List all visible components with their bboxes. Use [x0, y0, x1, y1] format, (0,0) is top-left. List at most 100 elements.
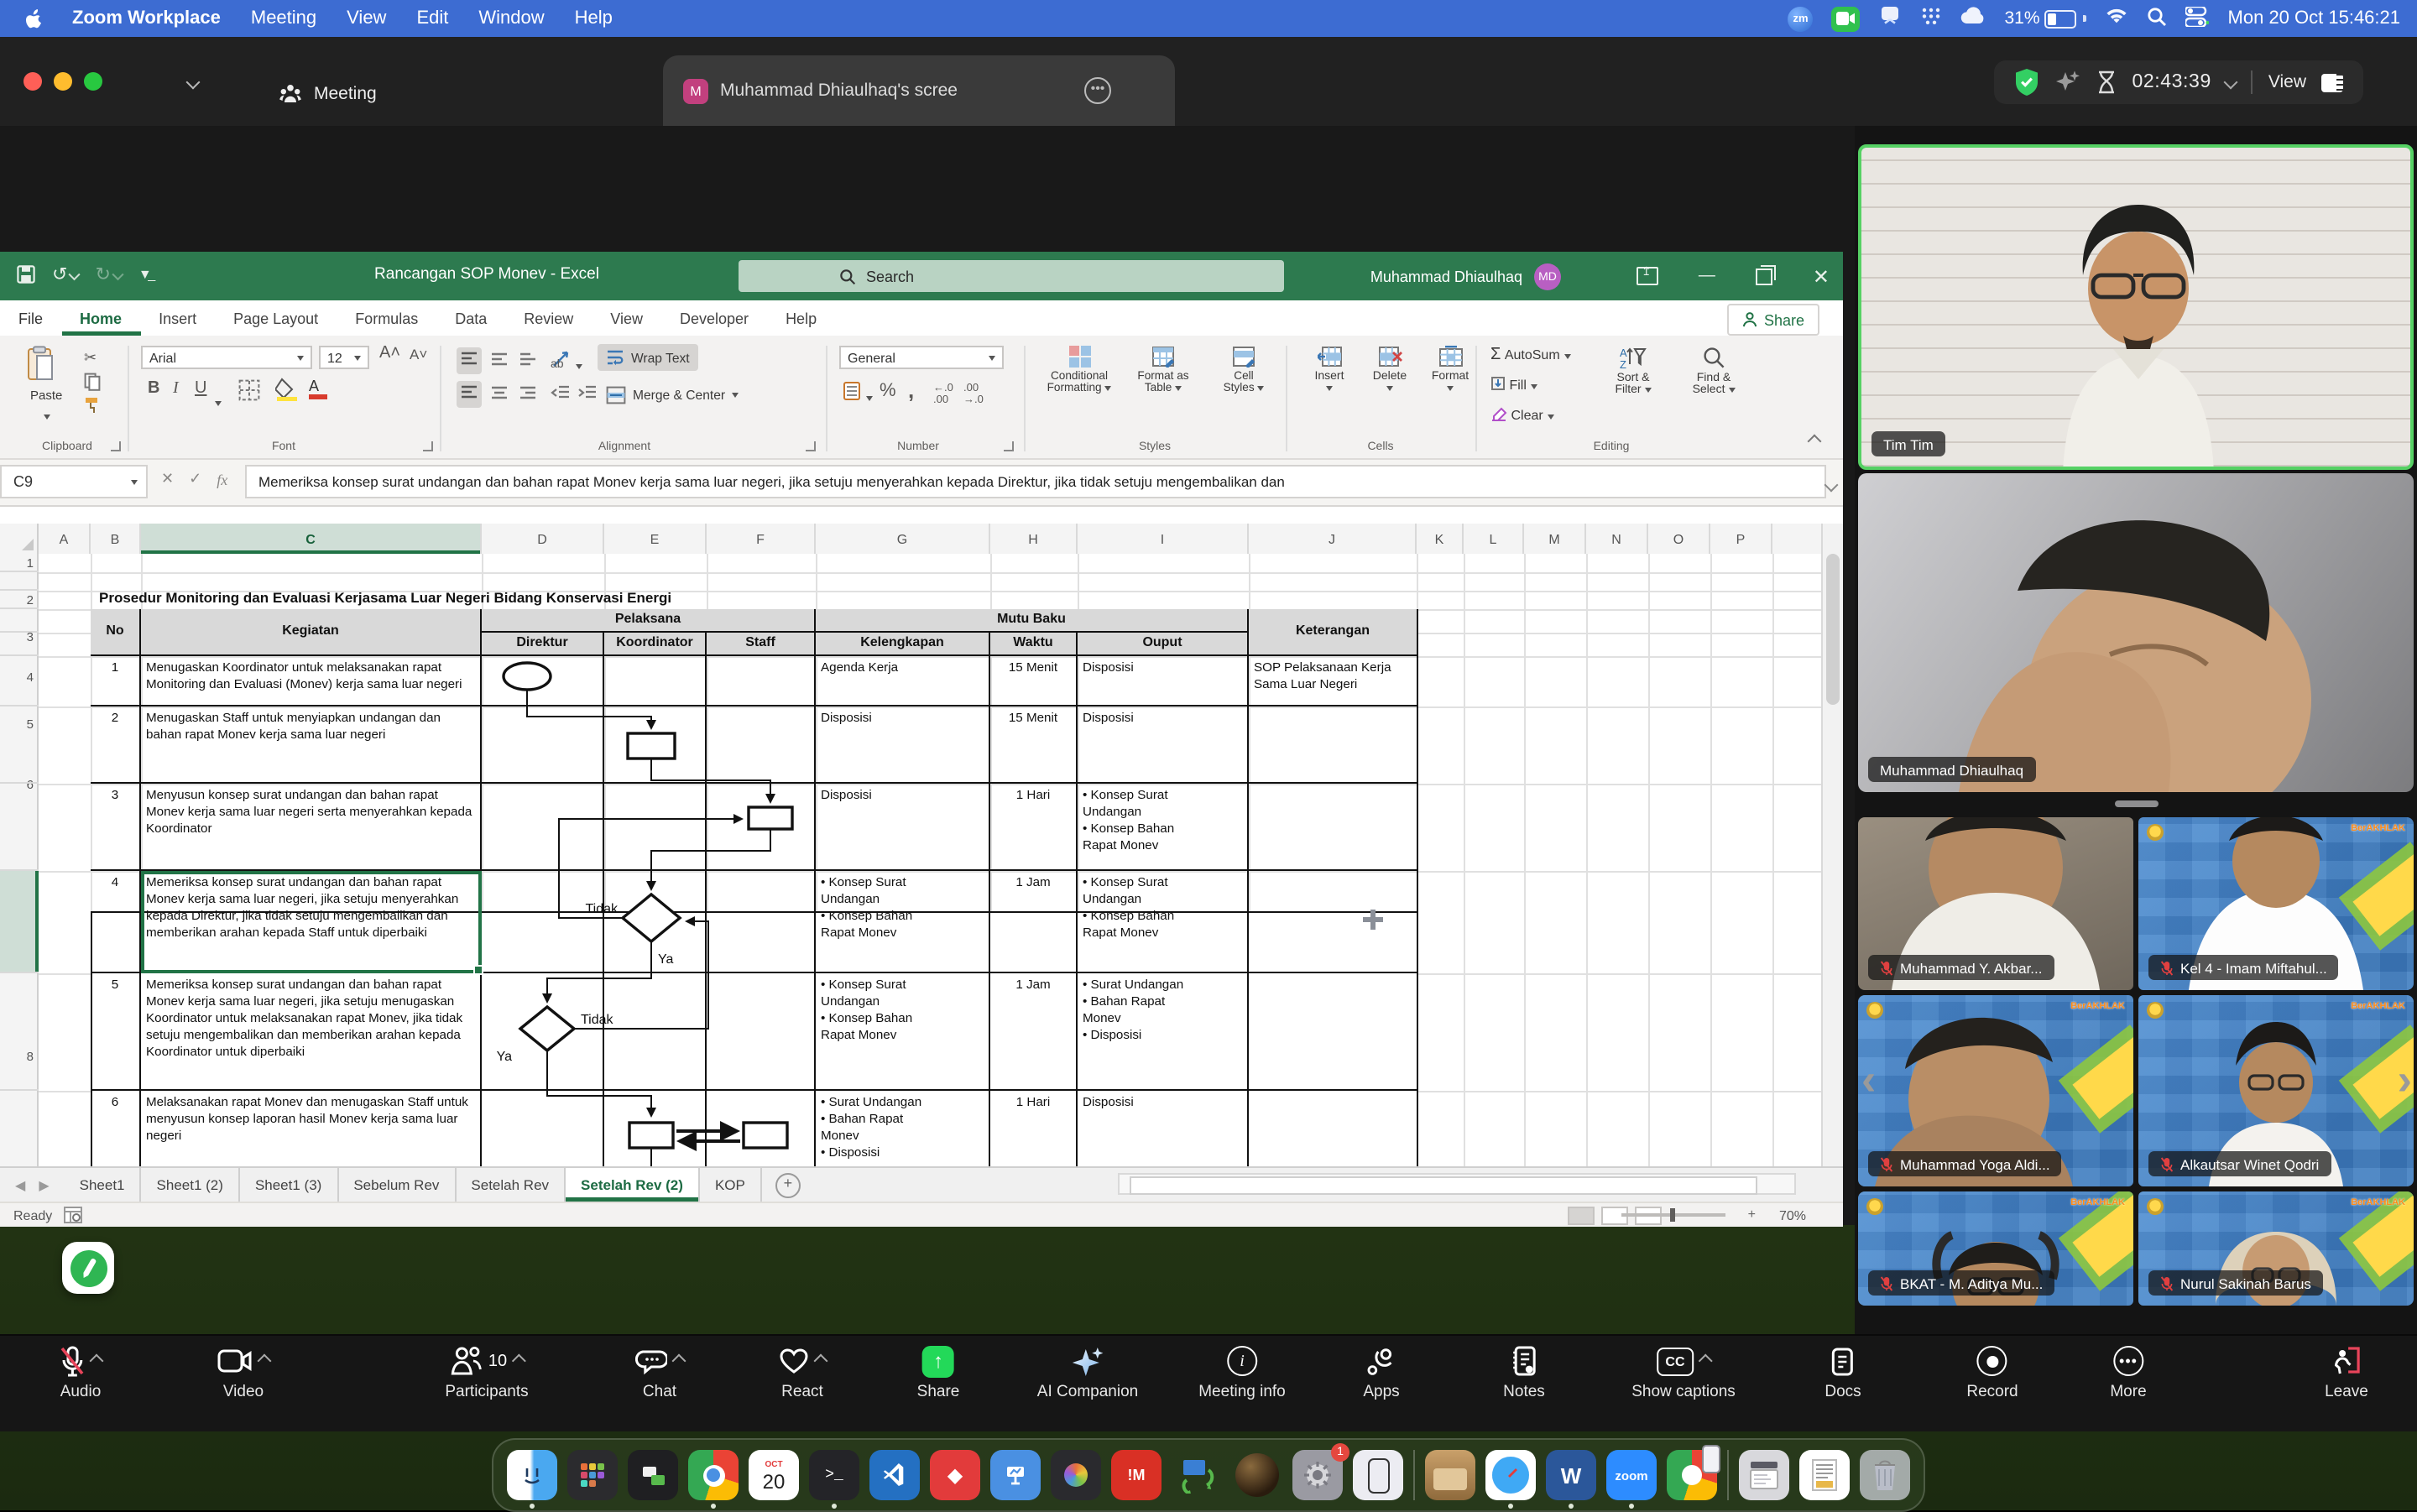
autosum-button[interactable]: Σ AutoSum	[1490, 346, 1570, 364]
delete-cells-button[interactable]: Delete	[1363, 346, 1417, 394]
annotation-tool-button[interactable]	[62, 1242, 114, 1294]
col-A[interactable]: A	[39, 524, 91, 554]
cell-kelengkapan-1[interactable]: Agenda Kerja	[816, 656, 990, 706]
tab-data[interactable]: Data	[436, 300, 505, 336]
decrease-decimal-icon[interactable]: .00→.0	[963, 383, 984, 406]
cell-no-2[interactable]: 2	[91, 706, 141, 784]
cell-kelengkapan-3[interactable]: Disposisi	[816, 784, 990, 871]
docs-button[interactable]: Docs	[1824, 1344, 1861, 1401]
zoom-level[interactable]: 70%	[1779, 1208, 1806, 1223]
collapse-ribbon-icon[interactable]	[1809, 433, 1819, 450]
tab-review[interactable]: Review	[505, 300, 592, 336]
react-options-chevron[interactable]	[814, 1354, 828, 1369]
sheet-tab-sheet1-3[interactable]: Sheet1 (3)	[240, 1168, 338, 1202]
tab-help[interactable]: Help	[767, 300, 835, 336]
cell-staff-4[interactable]	[707, 871, 816, 973]
cloud-icon[interactable]	[1961, 7, 1986, 30]
video-tile-speaker[interactable]: Tim Tim	[1858, 144, 2414, 470]
cell-kelengkapan-6[interactable]: • Surat Undangan • Bahan Rapat Monev • D…	[816, 1091, 990, 1166]
tab-formulas[interactable]: Formulas	[337, 300, 436, 336]
video-tile-participant[interactable]: BerAKHLAK Kel 4 - Imam Miftahul...	[2138, 817, 2414, 990]
cell-kegiatan-1[interactable]: Menugaskan Koordinator untuk melaksanaka…	[141, 656, 482, 706]
cell-waktu-5[interactable]: 1 Jam	[990, 973, 1078, 1091]
ai-companion-icon[interactable]	[2055, 69, 2082, 96]
tab-file[interactable]: File	[0, 300, 61, 336]
wifi-icon[interactable]	[2106, 7, 2129, 30]
font-dialog-launcher-icon[interactable]	[423, 441, 433, 451]
cell-koordinator-3[interactable]	[604, 784, 707, 871]
bold-button[interactable]: B	[148, 379, 159, 398]
cell-keterangan-2[interactable]	[1249, 706, 1418, 784]
cell-waktu-2[interactable]: 15 Menit	[990, 706, 1078, 784]
redo-icon[interactable]: ↻	[95, 263, 121, 285]
audio-button[interactable]: Audio	[60, 1344, 102, 1401]
cell-keterangan-1[interactable]: SOP Pelaksanaan Kerja Sama Luar Negeri	[1249, 656, 1418, 706]
number-format-select[interactable]: General	[839, 346, 1004, 369]
gallery-prev-icon[interactable]: ‹	[1861, 1057, 1876, 1101]
format-painter-icon[interactable]	[84, 396, 102, 418]
col-O[interactable]: O	[1648, 524, 1710, 554]
sidebar-drag-handle[interactable]	[2114, 800, 2158, 807]
font-color-icon[interactable]: A	[309, 378, 327, 399]
camera-status-icon[interactable]	[1832, 6, 1861, 31]
cell-ouput-6[interactable]: Disposisi	[1078, 1091, 1249, 1166]
underline-dropdown[interactable]	[215, 393, 222, 409]
cell-no-4[interactable]: 4	[91, 871, 141, 973]
col-F[interactable]: F	[707, 524, 816, 554]
align-top-icon[interactable]	[457, 347, 482, 374]
view-layout-icon[interactable]	[2321, 73, 2343, 91]
chat-options-chevron[interactable]	[672, 1354, 686, 1369]
cell-staff-1[interactable]	[707, 656, 816, 706]
col-J[interactable]: J	[1249, 524, 1417, 554]
cell-ouput-2[interactable]: Disposisi	[1078, 706, 1249, 784]
cell-waktu-6[interactable]: 1 Hari	[990, 1091, 1078, 1166]
alignment-dialog-launcher-icon[interactable]	[806, 441, 816, 451]
apps-button[interactable]: Apps	[1363, 1344, 1399, 1401]
dock-sphere-icon[interactable]	[1232, 1450, 1282, 1500]
tab-options-ellipsis-icon[interactable]: •••	[1084, 77, 1111, 104]
fill-button[interactable]: Fill	[1490, 376, 1537, 393]
paste-dropdown[interactable]	[44, 406, 50, 423]
cell-ouput-5[interactable]: • Surat Undangan • Bahan Rapat Monev • D…	[1078, 973, 1249, 1091]
dock-word-icon[interactable]: W	[1546, 1450, 1596, 1500]
cell-no-1[interactable]: 1	[91, 656, 141, 706]
captions-button[interactable]: CC Show captions	[1631, 1344, 1736, 1401]
zoom-window-button[interactable]	[84, 72, 102, 91]
accounting-format-icon[interactable]	[843, 379, 873, 404]
sheet-tab-sheet1-2[interactable]: Sheet1 (2)	[142, 1168, 240, 1202]
menu-item-help[interactable]: Help	[575, 8, 613, 29]
leave-button[interactable]: Leave	[2325, 1344, 2368, 1401]
sheet-nav-left-icon[interactable]: ◀	[15, 1177, 25, 1192]
zoom-in-button[interactable]: +	[1748, 1207, 1756, 1222]
cell-waktu-3[interactable]: 1 Hari	[990, 784, 1078, 871]
italic-button[interactable]: I	[173, 379, 179, 398]
accessibility-checker-icon[interactable]	[64, 1207, 82, 1223]
sort-filter-button[interactable]: AZ Sort &Filter	[1598, 346, 1668, 396]
timer-chevron-icon[interactable]	[2224, 76, 2238, 90]
video-tile-participant[interactable]: Muhammad Y. Akbar...	[1858, 817, 2133, 990]
cell-direktur-1[interactable]	[482, 656, 604, 706]
cell-direktur-4[interactable]	[482, 871, 604, 973]
cell-staff-5[interactable]	[707, 973, 816, 1091]
cell-koordinator-5[interactable]	[604, 973, 707, 1091]
cancel-entry-icon[interactable]: ✕	[161, 470, 174, 488]
video-tile-participant[interactable]: BerAKHLAK Nurul Sakinah Barus	[2138, 1191, 2414, 1306]
cut-icon[interactable]: ✂	[84, 349, 97, 368]
zoom-status-icon[interactable]: zm	[1788, 6, 1814, 31]
menu-bar-clock[interactable]: Mon 20 Oct 15:46:21	[2228, 8, 2400, 29]
grow-font-icon[interactable]: A˄	[379, 344, 400, 362]
dock-minimized-document-icon[interactable]	[1799, 1450, 1850, 1500]
view-button[interactable]: View	[2268, 72, 2306, 92]
participants-button[interactable]: 10 Participants	[445, 1344, 528, 1401]
align-right-icon[interactable]	[519, 384, 537, 404]
align-left-icon[interactable]	[457, 381, 482, 408]
cell-styles-button[interactable]: CellStyles	[1208, 346, 1279, 394]
cell-staff-2[interactable]	[707, 706, 816, 784]
dock-chrome-phone-icon[interactable]	[1667, 1450, 1717, 1500]
minimize-window-button[interactable]	[54, 72, 72, 91]
zoom-slider[interactable]	[1621, 1213, 1725, 1217]
dock-minimized-window-icon[interactable]	[1739, 1450, 1789, 1500]
tab-meeting-home[interactable]: Meeting	[279, 84, 377, 104]
decrease-indent-icon[interactable]	[551, 384, 571, 404]
format-cells-button[interactable]: Format	[1423, 346, 1477, 394]
